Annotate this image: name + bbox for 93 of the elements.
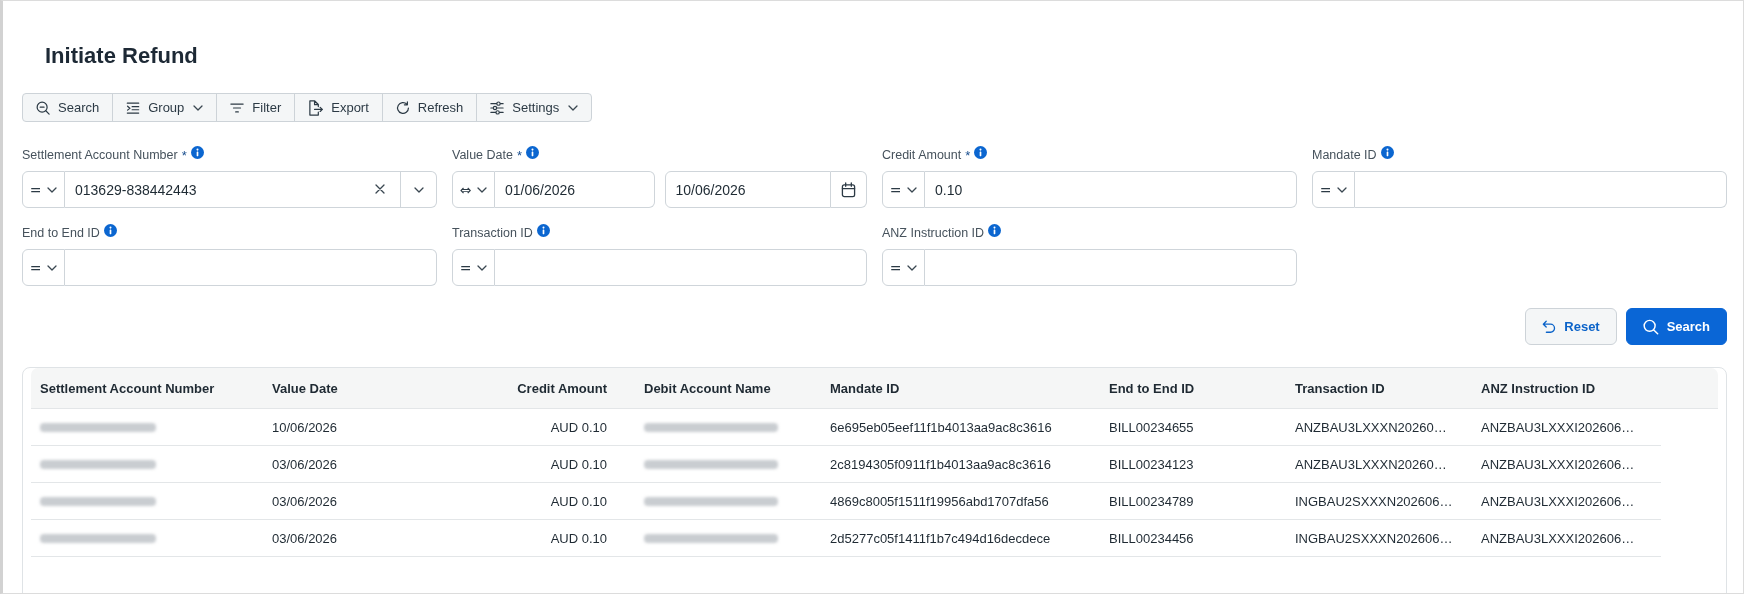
chevron-down-icon: [1337, 186, 1348, 193]
search-button[interactable]: Search: [1626, 308, 1727, 345]
chevron-down-icon: [47, 264, 58, 271]
info-icon: [190, 146, 204, 159]
table-cell-text: AUD 0.10: [549, 456, 608, 472]
operator-dropdown[interactable]: =: [22, 171, 65, 208]
required-mark: *: [965, 147, 971, 163]
operator-dropdown[interactable]: =: [1312, 171, 1355, 208]
dropdown-button[interactable]: [401, 171, 437, 208]
table-cell-text: 03/06/2026: [271, 530, 339, 546]
table-cell-text: 03/06/2026: [271, 493, 339, 509]
table-cell-text: AUD 0.10: [549, 419, 608, 435]
toolbar-button[interactable]: Settings: [477, 94, 592, 121]
search-icon: [1643, 318, 1659, 335]
operator-dropdown[interactable]: =: [882, 171, 925, 208]
input-field[interactable]: [1355, 171, 1727, 208]
table-cell-text: 6e695eb05eef11f1b4013aa9ac8c3616: [829, 419, 1053, 435]
column-header: ANZ Instruction ID: [1480, 380, 1597, 396]
required-mark: *: [516, 147, 522, 163]
required-mark: *: [181, 147, 187, 163]
account-number-field[interactable]: 013629-838442443: [65, 171, 401, 208]
table-cell-text: AUD 0.10: [549, 493, 608, 509]
input-field[interactable]: [925, 249, 1297, 286]
operator-dropdown[interactable]: ⇔: [452, 171, 495, 208]
column-header: Debit Account Name: [643, 380, 772, 396]
table-cell-text: BILL00234456: [1108, 530, 1195, 546]
sliders-icon: [490, 100, 505, 115]
document-arrow-icon: [308, 99, 324, 116]
info-icon: [103, 224, 117, 237]
chevron-down-icon: [477, 186, 488, 193]
field-label: End to End ID: [22, 226, 100, 240]
refresh-icon: [395, 100, 410, 115]
operator-dropdown[interactable]: =: [22, 249, 65, 286]
column-header: Settlement Account Number: [39, 380, 216, 396]
toolbar-button[interactable]: Filter: [217, 94, 296, 121]
undo-arrow-icon: [1542, 319, 1557, 334]
list-indent-icon: [126, 100, 141, 115]
table-cell-text: ANZBAU3LXXXN20260…: [1294, 419, 1448, 435]
chevron-down-icon: [907, 264, 918, 271]
column-header: Transaction ID: [1294, 380, 1386, 396]
chevron-down-icon: [413, 186, 424, 193]
column-header: Mandate ID: [829, 380, 901, 396]
field-label: ANZ Instruction ID: [882, 226, 985, 240]
table-cell-text: 03/06/2026: [271, 456, 339, 472]
field-label: Mandate ID: [1312, 148, 1377, 162]
clear-icon[interactable]: [375, 184, 385, 194]
column-header: End to End ID: [1108, 380, 1196, 396]
chevron-down-icon: [907, 186, 918, 193]
table-cell-text: 2c8194305f0911f1b4013aa9ac8c3616: [829, 456, 1052, 472]
field-label: Settlement Account Number: [22, 148, 178, 162]
calendar-icon: [841, 181, 856, 198]
filter-icon: [230, 101, 245, 114]
input-field[interactable]: [65, 249, 437, 286]
info-icon: [526, 146, 539, 159]
field-label: Value Date: [452, 148, 513, 162]
reset-button[interactable]: Reset: [1525, 308, 1617, 345]
page-title: Initiate Refund: [45, 42, 198, 70]
toolbar-button[interactable]: Refresh: [382, 94, 478, 121]
input-field[interactable]: 0.10: [925, 171, 1297, 208]
table-cell-text: 10/06/2026: [271, 419, 339, 435]
table-cell-text: ANZBAU3LXXXI202606…: [1480, 419, 1636, 435]
info-icon: [1380, 146, 1394, 159]
info-icon: [988, 224, 1002, 237]
field-label: Transaction ID: [452, 226, 533, 240]
info-icon: [536, 224, 550, 237]
table-cell-text: ANZBAU3LXXXI202606…: [1480, 493, 1636, 509]
search-icon: [36, 100, 50, 115]
chevron-down-icon: [47, 186, 58, 193]
table-cell-text: BILL00234123: [1108, 456, 1195, 472]
info-icon: [974, 146, 988, 159]
operator-dropdown[interactable]: =: [882, 249, 925, 286]
table-cell-text: INGBAU2SXXXN202606…: [1294, 493, 1454, 509]
field-label: Credit Amount: [882, 148, 962, 162]
operator-dropdown[interactable]: =: [452, 249, 495, 286]
table-cell-text: AUD 0.10: [549, 530, 608, 546]
table-cell-text: BILL00234789: [1108, 493, 1195, 509]
toolbar-button[interactable]: Search: [23, 94, 114, 121]
input-field[interactable]: [495, 249, 867, 286]
table-cell-text: ANZBAU3LXXXI202606…: [1480, 530, 1636, 546]
toolbar-button[interactable]: Export: [295, 94, 383, 121]
column-header: Value Date: [271, 380, 339, 396]
table-cell-text: ANZBAU3LXXXI202606…: [1480, 456, 1636, 472]
toolbar-button[interactable]: Group: [113, 94, 218, 121]
table-cell-text: BILL00234655: [1108, 419, 1195, 435]
calendar-button[interactable]: [831, 171, 867, 208]
table-cell-text: INGBAU2SXXXN202606…: [1294, 530, 1454, 546]
chevron-down-icon: [477, 264, 488, 271]
date-field[interactable]: 10/06/2026: [664, 171, 831, 208]
column-header: Credit Amount: [516, 380, 608, 396]
date-field[interactable]: 01/06/2026: [495, 171, 655, 208]
table-cell-text: ANZBAU3LXXXN20260…: [1294, 456, 1448, 472]
table-cell-text: 4869c8005f1511f19956abd1707dfa56: [829, 493, 1050, 509]
table-cell-text: 2d5277c05f1411f1b7c494d16decdece: [829, 530, 1052, 546]
